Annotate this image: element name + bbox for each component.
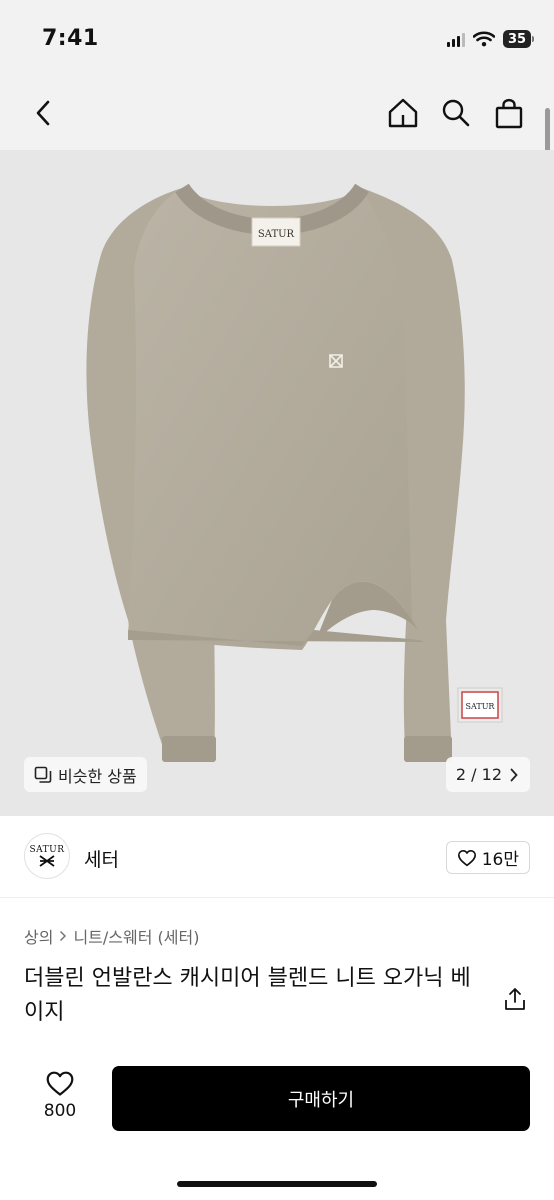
search-button[interactable] (437, 94, 475, 132)
wish-count: 800 (43, 1101, 77, 1121)
home-icon (388, 98, 418, 128)
shopping-bag-icon (495, 98, 523, 129)
chevron-right-icon (60, 930, 67, 942)
status-icons: 35 (447, 30, 534, 48)
cart-button[interactable] (490, 94, 528, 132)
seller-logo-text: SATUR (29, 845, 65, 855)
chevron-right-icon (510, 768, 518, 781)
breadcrumb-subcategory[interactable]: 니트/스웨터 (세터) (73, 924, 199, 948)
cellular-signal-icon (447, 32, 465, 47)
sleeve-patch-text: SATUR (466, 702, 496, 711)
wish-button[interactable]: 800 (34, 1070, 86, 1121)
chevron-left-icon (36, 100, 50, 126)
seller-like-button[interactable]: 16만 (445, 841, 530, 874)
copy-icon (34, 766, 52, 783)
breadcrumb: 상의 니트/스웨터 (세터) (24, 924, 199, 948)
status-time: 7:41 (42, 26, 99, 51)
brand-mark-icon (39, 855, 55, 867)
battery-icon: 35 (503, 30, 534, 48)
image-pager-label: 2 / 12 (455, 765, 502, 784)
nav-bar (0, 78, 554, 150)
share-button[interactable] (500, 984, 530, 1014)
battery-level: 35 (503, 30, 531, 48)
product-title: 더블린 언발란스 캐시미어 블렌드 니트 오가닉 베이지 (24, 966, 471, 1025)
share-icon (505, 988, 525, 1010)
home-indicator[interactable] (177, 1181, 377, 1187)
product-image[interactable]: SATUR SATUR 비슷한 상품 2 / 12 (0, 150, 554, 816)
image-pager-button[interactable]: 2 / 12 (445, 757, 530, 792)
seller-row: SATUR 세터 16만 (0, 816, 554, 898)
heart-icon (46, 1071, 74, 1096)
buy-button[interactable]: 구매하기 (112, 1066, 530, 1131)
breadcrumb-category[interactable]: 상의 (24, 924, 53, 948)
sweater-image: SATUR SATUR (86, 183, 503, 762)
search-icon (442, 99, 470, 127)
seller-name[interactable]: 세터 (84, 845, 119, 872)
home-button[interactable] (384, 94, 422, 132)
wifi-icon (473, 31, 495, 47)
similar-products-button[interactable]: 비슷한 상품 (24, 757, 147, 792)
heart-icon (457, 849, 476, 866)
similar-products-label: 비슷한 상품 (58, 766, 137, 786)
seller-like-count: 16만 (481, 850, 519, 870)
status-bar: 7:41 35 (0, 0, 554, 78)
seller-logo[interactable]: SATUR (24, 833, 70, 879)
back-button[interactable] (24, 94, 62, 132)
brand-tag-text: SATUR (258, 229, 295, 240)
bottom-bar: 800 구매하기 (0, 1048, 554, 1200)
